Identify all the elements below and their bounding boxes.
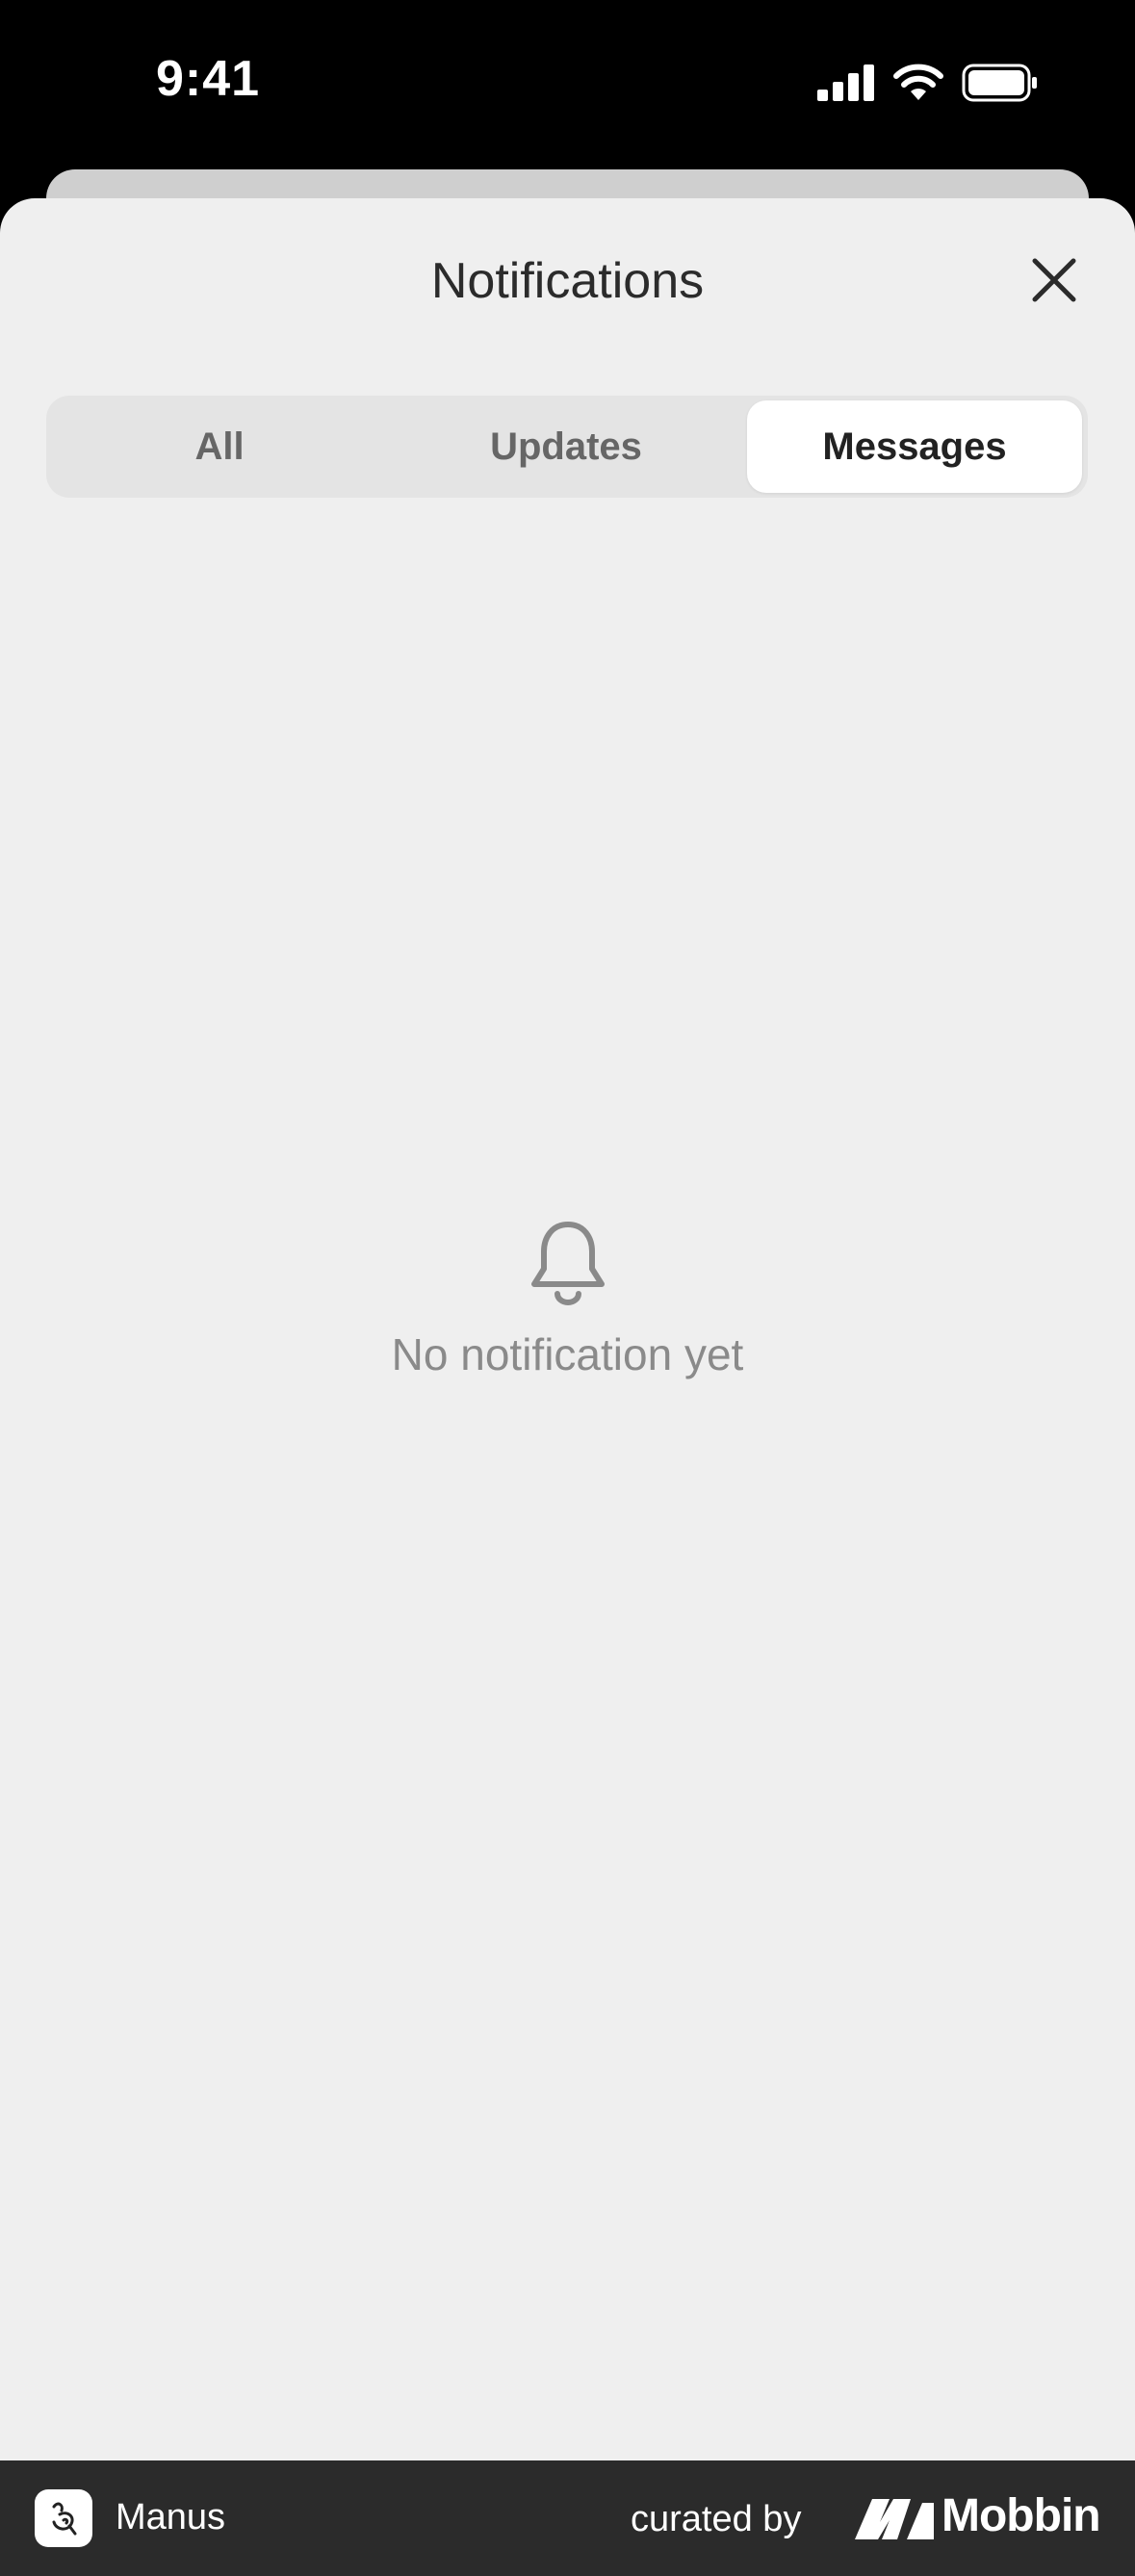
app-logo <box>35 2489 92 2547</box>
wifi-icon <box>893 64 943 100</box>
curated-by-label: curated by <box>631 2499 802 2539</box>
empty-state-text: No notification yet <box>391 1329 744 1379</box>
close-icon <box>1032 258 1076 302</box>
app-name: Manus <box>116 2497 226 2537</box>
close-button[interactable] <box>1020 246 1088 314</box>
sheet-title: Notifications <box>430 253 705 309</box>
tab-all[interactable]: All <box>51 400 388 493</box>
status-bar: 9:41 <box>0 0 1135 171</box>
footer: Manus curated by Mobbin <box>0 2460 1135 2576</box>
notifications-sheet: Notifications All Updates Messages No no… <box>0 198 1135 2460</box>
status-icons <box>817 64 1039 102</box>
tab-messages[interactable]: Messages <box>747 400 1082 493</box>
tab-updates[interactable]: Updates <box>398 400 735 493</box>
empty-state: No notification yet <box>0 1219 1135 1380</box>
brand-name: Mobbin <box>942 2490 1101 2541</box>
battery-icon <box>962 64 1037 102</box>
app-logo-icon <box>52 2502 77 2536</box>
notification-tabs: All Updates Messages <box>46 396 1088 498</box>
bell-icon <box>530 1222 605 1305</box>
status-time: 9:41 <box>156 51 261 107</box>
mobbin-logo-icon <box>855 2499 934 2539</box>
cellular-signal-icon <box>817 64 874 101</box>
